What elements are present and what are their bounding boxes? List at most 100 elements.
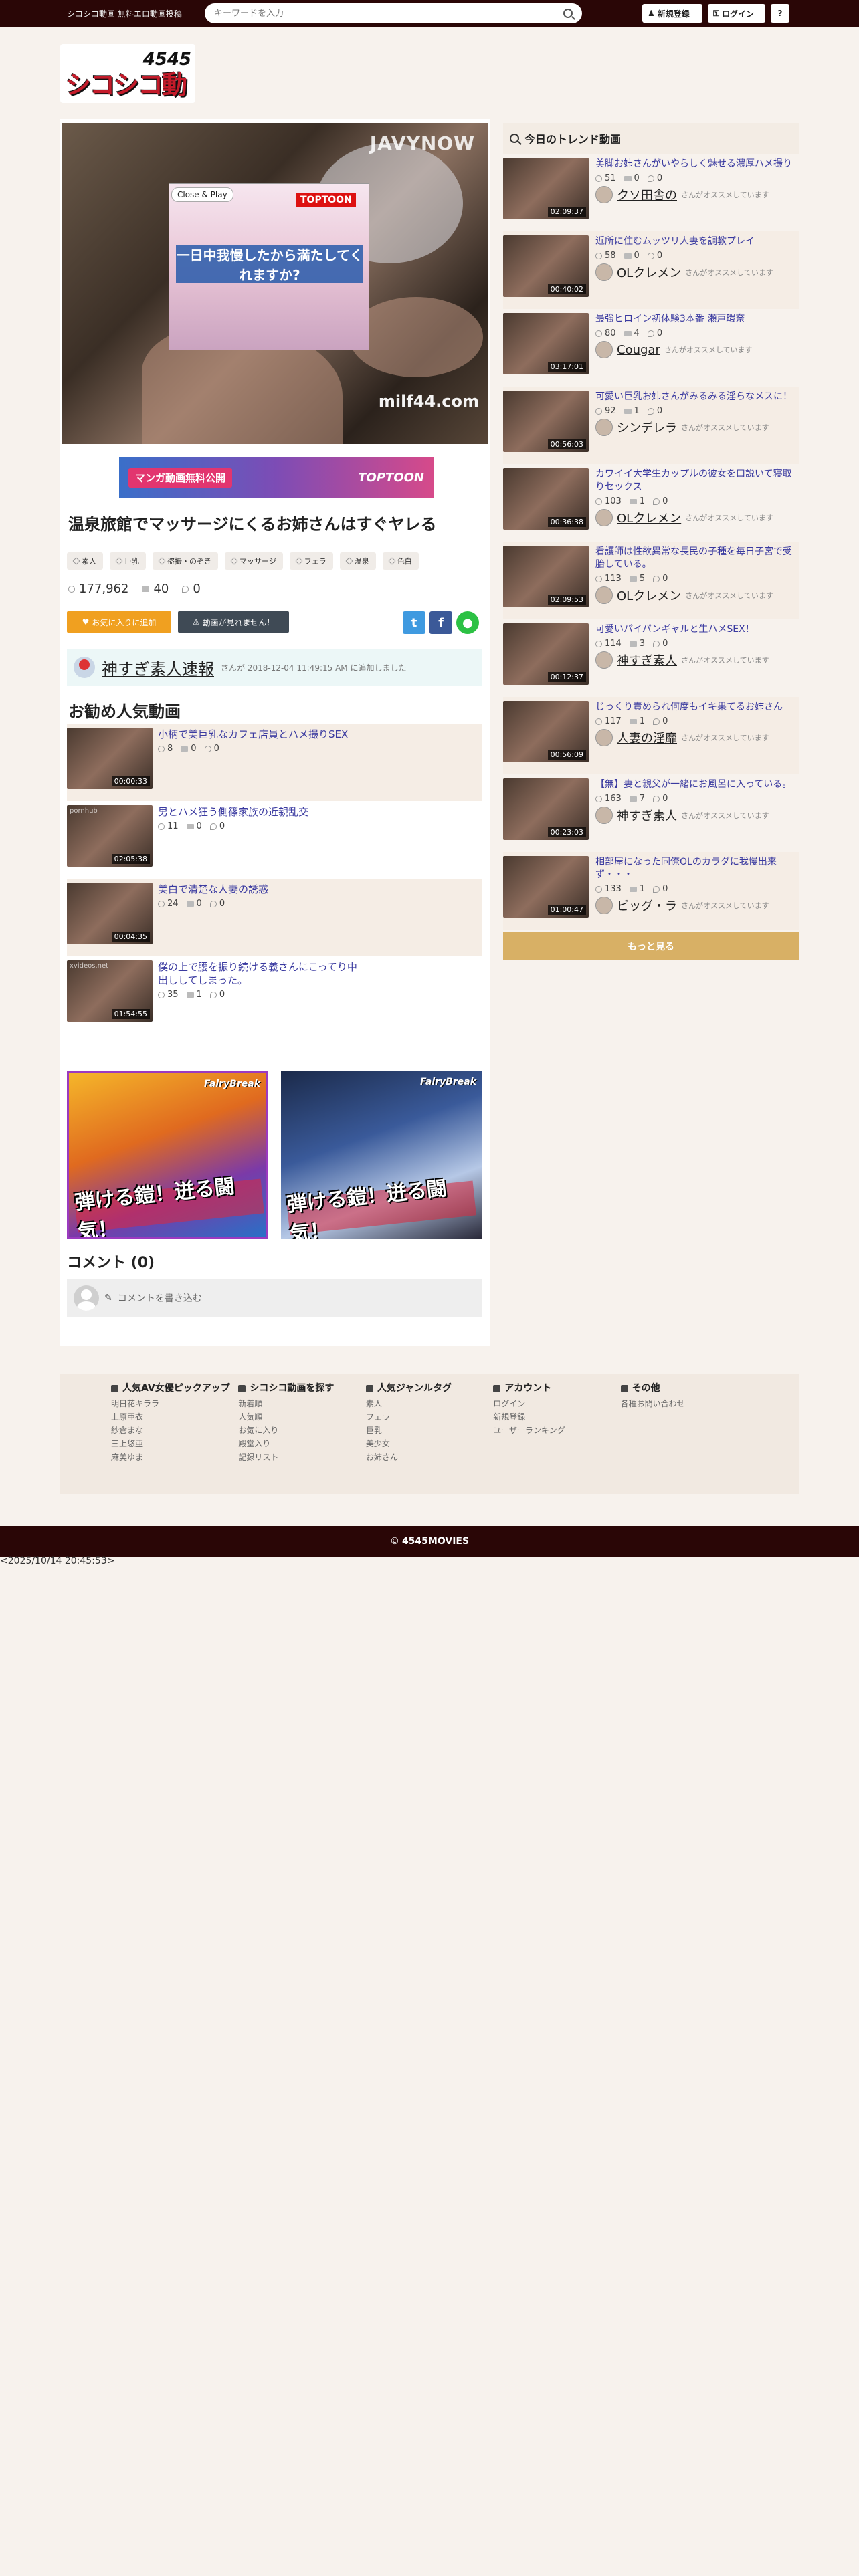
video-thumbnail[interactable]: 01:00:47 — [503, 856, 589, 918]
user-link[interactable]: OLクレメン — [617, 509, 681, 526]
list-item[interactable]: 02:09:53 看護師は性欲異常な長民の子種を毎日子宮で受胎している。 113… — [503, 542, 799, 619]
list-item[interactable]: pornhub 02:05:38 男とハメ狂う側篠家族の近親乱交 11 0 0 — [67, 801, 482, 879]
video-link[interactable]: 小柄で美巨乳なカフェ店員とハメ撮りSEX — [158, 728, 359, 741]
video-link[interactable]: 美脚お姉さんがいやらしく魅せる濃厚ハメ撮り — [595, 158, 796, 171]
video-thumbnail[interactable]: 00:12:37 — [503, 623, 589, 685]
video-thumbnail[interactable]: xvideos.net 01:54:55 — [67, 960, 153, 1022]
user-link[interactable]: 神すぎ素人 — [617, 651, 677, 669]
user-link[interactable]: シンデレラ — [617, 419, 677, 436]
footer-link[interactable]: お姉さん — [366, 1451, 493, 1464]
video-thumbnail[interactable]: 00:00:33 — [67, 728, 153, 789]
user-link[interactable]: Cougar — [617, 343, 660, 357]
video-link[interactable]: カワイイ大学生カップルの彼女を口説いて寝取りセックス — [595, 468, 796, 494]
list-item[interactable]: 00:23:03 【無】妻と親父が一緒にお風呂に入っている。 163 7 0 神… — [503, 774, 799, 852]
footer-link[interactable]: 素人 — [366, 1397, 493, 1410]
footer-link[interactable]: 明日花キララ — [111, 1397, 238, 1410]
facebook-share-button[interactable]: f — [430, 611, 452, 634]
tag-item[interactable]: 盗撮・のぞき — [153, 552, 218, 570]
avatar[interactable] — [595, 586, 613, 604]
user-link[interactable]: クソ田舎の — [617, 186, 677, 203]
promo-banner-right[interactable]: FairyBreak 弾ける鎧！迸る闘気！ — [281, 1071, 482, 1239]
video-thumbnail[interactable]: 02:09:37 — [503, 158, 589, 219]
twitter-share-button[interactable]: t — [403, 611, 425, 634]
line-share-button[interactable]: ● — [456, 611, 479, 634]
user-link[interactable]: OLクレメン — [617, 263, 681, 281]
tag-item[interactable]: フェラ — [289, 552, 333, 570]
footer-link[interactable]: 新着順 — [238, 1397, 365, 1410]
list-item[interactable]: 00:56:09 じっくり責められ何度もイキ果てるお姉さん 117 1 0 人妻… — [503, 697, 799, 774]
video-thumbnail[interactable]: 00:04:35 — [67, 883, 153, 944]
footer-link[interactable]: 三上悠亜 — [111, 1437, 238, 1451]
video-player[interactable]: JAVYNOW milf44.com TOPTOON 一日中我慢したから満たして… — [62, 123, 488, 444]
video-link[interactable]: 僕の上で腰を振り続ける義さんにこってり中出ししてしまった。 — [158, 960, 359, 987]
video-thumbnail[interactable]: 00:23:03 — [503, 778, 589, 840]
footer-link[interactable]: 殿堂入り — [238, 1437, 365, 1451]
footer-link[interactable]: 美少女 — [366, 1437, 493, 1451]
footer-link[interactable]: 巨乳 — [366, 1424, 493, 1437]
footer-link[interactable]: 紗倉まな — [111, 1424, 238, 1437]
video-link[interactable]: 可愛いパイパンギャルと生ハメSEX！ — [595, 623, 796, 636]
video-thumbnail[interactable]: 00:40:02 — [503, 235, 589, 297]
list-item[interactable]: 03:17:01 最強ヒロイン初体験3本番 瀬戸環奈 80 4 0 Cougar… — [503, 309, 799, 387]
avatar[interactable] — [595, 263, 613, 281]
footer-link[interactable]: ログイン — [493, 1397, 620, 1410]
ad-banner[interactable]: マンガ動画無料公開 TOPTOON — [119, 457, 434, 498]
avatar[interactable] — [595, 341, 613, 358]
video-link[interactable]: 美白で清楚な人妻の誘惑 — [158, 883, 359, 896]
report-button[interactable]: ⚠ 動画が見れません！ — [178, 611, 289, 633]
tag-item[interactable]: 色白 — [382, 552, 419, 570]
comment-input[interactable]: ✎ コメントを書き込む — [67, 1279, 482, 1317]
video-link[interactable]: 男とハメ狂う側篠家族の近親乱交 — [158, 805, 359, 819]
video-thumbnail[interactable]: 00:56:03 — [503, 391, 589, 452]
tag-item[interactable]: 巨乳 — [110, 552, 146, 570]
list-item[interactable]: 00:56:03 可愛い巨乳お姉さんがみるみる淫らなメスに！ 92 1 0 シン… — [503, 387, 799, 464]
help-button[interactable]: ? — [771, 4, 789, 23]
video-link[interactable]: 最強ヒロイン初体験3本番 瀬戸環奈 — [595, 313, 796, 326]
video-thumbnail[interactable]: pornhub 02:05:38 — [67, 805, 153, 867]
avatar[interactable] — [595, 807, 613, 824]
register-button[interactable]: ♟ 新規登録 — [642, 4, 702, 23]
tag-item[interactable]: マッサージ — [225, 552, 283, 570]
more-button[interactable]: もっと見る — [503, 932, 799, 960]
avatar[interactable] — [595, 186, 613, 203]
list-item[interactable]: 00:36:38 カワイイ大学生カップルの彼女を口説いて寝取りセックス 103 … — [503, 464, 799, 542]
promo-banner-left[interactable]: FairyBreak 弾ける鎧！迸る闘気！ — [67, 1071, 268, 1239]
footer-link[interactable]: お気に入り — [238, 1424, 365, 1437]
avatar[interactable] — [595, 419, 613, 436]
video-thumbnail[interactable]: 02:09:53 — [503, 546, 589, 607]
video-link[interactable]: 看護師は性欲異常な長民の子種を毎日子宮で受胎している。 — [595, 546, 796, 571]
video-link[interactable]: 相部屋になった同僚OLのカラダに我慢出来ず・・・ — [595, 856, 796, 881]
list-item[interactable]: 00:04:35 美白で清楚な人妻の誘惑 24 0 0 — [67, 879, 482, 956]
video-link[interactable]: 可愛い巨乳お姉さんがみるみる淫らなメスに！ — [595, 391, 796, 403]
search-bar[interactable] — [205, 3, 582, 23]
video-link[interactable]: 【無】妻と親父が一緒にお風呂に入っている。 — [595, 778, 796, 791]
avatar[interactable] — [595, 651, 613, 669]
search-input[interactable] — [214, 8, 549, 19]
user-link[interactable]: OLクレメン — [617, 586, 681, 604]
list-item[interactable]: 01:00:47 相部屋になった同僚OLのカラダに我慢出来ず・・・ 133 1 … — [503, 852, 799, 930]
list-item[interactable]: xvideos.net 01:54:55 僕の上で腰を振り続ける義さんにこってり… — [67, 956, 482, 1034]
footer-link[interactable]: 上原亜衣 — [111, 1410, 238, 1424]
user-link[interactable]: ビッグ・ラ — [617, 897, 677, 914]
search-icon[interactable] — [563, 9, 573, 18]
avatar[interactable] — [595, 897, 613, 914]
footer-link[interactable]: フェラ — [366, 1410, 493, 1424]
player-overlay-ad[interactable]: TOPTOON 一日中我慢したから満たしてくれますか? — [169, 183, 369, 350]
list-item[interactable]: 00:12:37 可愛いパイパンギャルと生ハメSEX！ 114 3 0 神すぎ素… — [503, 619, 799, 697]
uploader-avatar[interactable] — [74, 657, 95, 678]
footer-link[interactable]: 人気順 — [238, 1410, 365, 1424]
login-button[interactable]: ⚿ ログイン — [708, 4, 765, 23]
footer-link[interactable]: 各種お問い合わせ — [621, 1397, 748, 1410]
video-thumbnail[interactable]: 00:56:09 — [503, 701, 589, 762]
footer-link[interactable]: 記録リスト — [238, 1451, 365, 1464]
footer-link[interactable]: 麻美ゆま — [111, 1451, 238, 1464]
video-thumbnail[interactable]: 00:36:38 — [503, 468, 589, 530]
list-item[interactable]: 00:40:02 近所に住むムッツリ人妻を調教プレイ 58 0 0 OLクレメン… — [503, 231, 799, 309]
user-link[interactable]: 人妻の淫靡 — [617, 729, 677, 746]
footer-link[interactable]: ユーザーランキング — [493, 1424, 620, 1437]
close-and-play-button[interactable]: Close & Play — [171, 187, 233, 202]
uploader-name[interactable]: 神すぎ素人速報 — [102, 656, 214, 679]
footer-link[interactable]: 新規登録 — [493, 1410, 620, 1424]
add-favorite-button[interactable]: ♥ お気に入りに追加 — [67, 611, 171, 633]
avatar[interactable] — [595, 509, 613, 526]
